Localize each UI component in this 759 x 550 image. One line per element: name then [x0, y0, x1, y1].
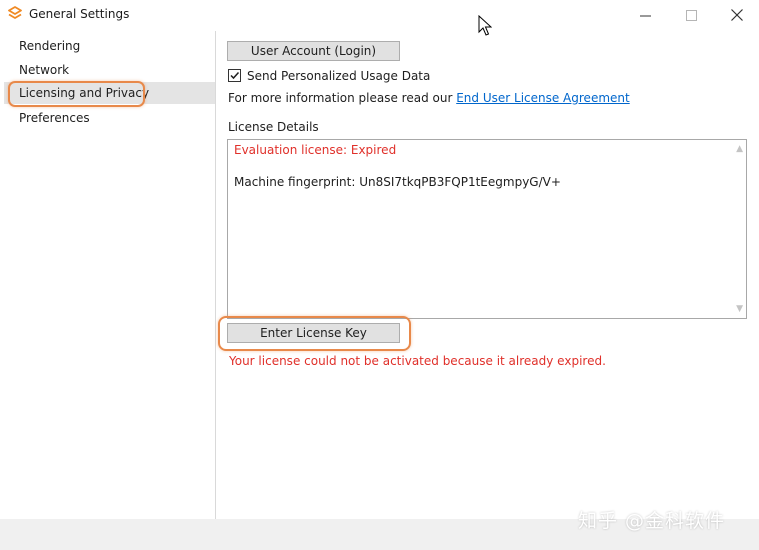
- sidebar-item-rendering[interactable]: Rendering: [4, 35, 215, 57]
- license-button-highlight: [218, 316, 411, 351]
- watermark-text: 知乎 @金科软件: [578, 510, 726, 532]
- usage-data-checkbox[interactable]: [228, 69, 241, 82]
- minimize-button[interactable]: [622, 0, 668, 30]
- license-status-text: Evaluation license: Expired: [234, 143, 397, 157]
- sidebar-selection-highlight: [8, 81, 145, 107]
- close-button[interactable]: [714, 0, 759, 30]
- mouse-cursor-icon: [478, 15, 492, 36]
- activation-error-message: Your license could not be activated beca…: [229, 354, 606, 368]
- minimize-icon: [639, 15, 651, 16]
- user-account-login-button[interactable]: User Account (Login): [227, 41, 400, 61]
- eula-link[interactable]: End User License Agreement: [456, 91, 629, 105]
- maximize-button[interactable]: [668, 0, 714, 30]
- app-logo-icon: [8, 6, 22, 19]
- title-bar: General Settings: [0, 0, 759, 30]
- eula-info-text: For more information please read our End…: [228, 91, 630, 105]
- maximize-icon: [685, 9, 697, 21]
- close-icon: [731, 9, 743, 21]
- eula-info-prefix: For more information please read our: [228, 91, 457, 105]
- scroll-down-arrow-icon[interactable]: ▼: [736, 304, 743, 314]
- usage-data-checkbox-label[interactable]: Send Personalized Usage Data: [247, 69, 430, 83]
- window-title: General Settings: [29, 7, 130, 21]
- license-details-label: License Details: [228, 120, 319, 134]
- sidebar-item-network[interactable]: Network: [4, 59, 215, 81]
- sidebar-item-preferences[interactable]: Preferences: [4, 107, 215, 129]
- checkmark-icon: [230, 71, 240, 80]
- scroll-up-arrow-icon[interactable]: ▲: [736, 144, 743, 154]
- license-details-textbox[interactable]: Evaluation license: Expired Machine fing…: [227, 139, 747, 319]
- machine-fingerprint-text: Machine fingerprint: Un8SI7tkqPB3FQP1tEe…: [234, 175, 561, 189]
